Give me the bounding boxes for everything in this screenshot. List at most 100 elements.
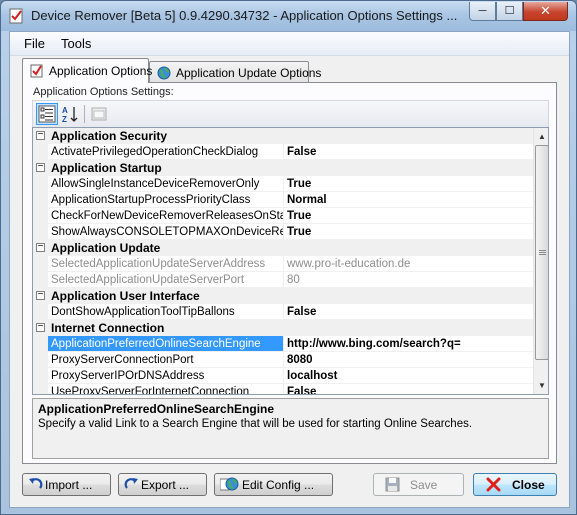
category-label: Application User Interface bbox=[51, 289, 200, 303]
checklist-icon bbox=[30, 64, 43, 78]
scroll-down-arrow-icon[interactable]: ▼ bbox=[534, 377, 548, 394]
export-button[interactable]: Export ... bbox=[118, 473, 207, 496]
category-row[interactable]: − Application Startup bbox=[33, 160, 533, 176]
property-value[interactable]: 80 bbox=[284, 272, 533, 288]
property-pages-button[interactable] bbox=[88, 103, 110, 125]
alphabetical-sort-button[interactable]: A Z bbox=[59, 103, 81, 125]
scrollbar-thumb[interactable] bbox=[535, 145, 548, 360]
property-row[interactable]: SelectedApplicationUpdateServerPort 80 bbox=[33, 272, 533, 288]
property-row[interactable]: ApplicationStartupProcessPriorityClass No… bbox=[33, 192, 533, 208]
close-window-button[interactable]: ✕ bbox=[523, 2, 568, 21]
property-value[interactable]: http://www.bing.com/search?q= bbox=[284, 336, 533, 352]
property-value[interactable]: localhost bbox=[284, 368, 533, 384]
category-label: Application Update bbox=[51, 241, 161, 255]
sort-az-icon: A Z bbox=[62, 106, 78, 124]
close-button[interactable]: Close bbox=[473, 473, 557, 496]
edit-config-button[interactable]: Edit Config ... bbox=[214, 473, 333, 496]
property-value[interactable]: True bbox=[284, 224, 533, 240]
property-value[interactable]: 8080 bbox=[284, 352, 533, 368]
tab-label: Application Update Options bbox=[176, 66, 322, 80]
property-name[interactable]: ApplicationStartupProcessPriorityClass bbox=[48, 192, 283, 208]
property-name[interactable]: ProxyServerConnectionPort bbox=[48, 352, 283, 368]
collapse-minus-icon[interactable]: − bbox=[36, 130, 45, 140]
row-gutter bbox=[33, 176, 48, 192]
property-row[interactable]: SelectedApplicationUpdateServerAddress ww… bbox=[33, 256, 533, 272]
edit-config-label: Edit Config ... bbox=[242, 478, 315, 492]
window-title: Device Remover [Beta 5] 0.9.4290.34732 -… bbox=[31, 8, 458, 23]
property-pages-icon bbox=[91, 107, 107, 121]
property-row[interactable]: ApplicationPreferredOnlineSearchEngine ht… bbox=[33, 336, 533, 352]
tab-page-application-options: Application Options Settings: A Z − Appl… bbox=[22, 82, 557, 464]
collapse-minus-icon[interactable]: − bbox=[36, 290, 45, 300]
menu-file[interactable]: File bbox=[24, 36, 45, 51]
property-grid-rows: − Application Security ActivatePrivilegedO… bbox=[33, 128, 533, 394]
property-row[interactable]: UseProxyServerForInternetConnection False bbox=[33, 384, 533, 394]
minimize-button[interactable]: ─ bbox=[469, 2, 496, 21]
title-bar[interactable]: Device Remover [Beta 5] 0.9.4290.34732 -… bbox=[1, 1, 576, 31]
property-row[interactable]: ActivatePrivilegedOperationCheckDialog Fa… bbox=[33, 144, 533, 160]
collapse-minus-icon[interactable]: − bbox=[36, 242, 45, 252]
property-name[interactable]: SelectedApplicationUpdateServerAddress bbox=[48, 256, 283, 272]
property-value[interactable]: www.pro-it-education.de bbox=[284, 256, 533, 272]
tab-label: Application Options bbox=[49, 64, 153, 78]
collapse-minus-icon[interactable]: − bbox=[36, 162, 45, 172]
import-label: Import ... bbox=[45, 478, 93, 492]
tab-application-update-options[interactable]: Application Update Options bbox=[149, 61, 321, 83]
floppy-disk-icon bbox=[385, 477, 400, 492]
property-value[interactable]: Normal bbox=[284, 192, 533, 208]
row-gutter bbox=[33, 224, 48, 240]
property-row[interactable]: DontShowApplicationToolTipBallons False bbox=[33, 304, 533, 320]
help-title: ApplicationPreferredOnlineSearchEngine bbox=[38, 402, 275, 416]
property-name[interactable]: AllowSingleInstanceDeviceRemoverOnly bbox=[48, 176, 283, 192]
row-gutter bbox=[33, 384, 48, 394]
collapse-minus-icon[interactable]: − bbox=[36, 322, 45, 332]
app-checklist-icon bbox=[9, 8, 23, 24]
property-name[interactable]: ProxyServerIPOrDNSAddress bbox=[48, 368, 283, 384]
property-row[interactable]: ShowAlwaysCONSOLETOPMAXOnDeviceRemo True bbox=[33, 224, 533, 240]
property-row[interactable]: CheckForNewDeviceRemoverReleasesOnStartu… bbox=[33, 208, 533, 224]
property-value[interactable]: True bbox=[284, 208, 533, 224]
property-name[interactable]: UseProxyServerForInternetConnection bbox=[48, 384, 283, 394]
row-gutter bbox=[33, 304, 48, 320]
row-gutter bbox=[33, 256, 48, 272]
property-name[interactable]: SelectedApplicationUpdateServerPort bbox=[48, 272, 283, 288]
property-name[interactable]: ShowAlwaysCONSOLETOPMAXOnDeviceRemo bbox=[48, 224, 283, 240]
close-x-icon bbox=[486, 477, 501, 492]
category-row[interactable]: − Application User Interface bbox=[33, 288, 533, 304]
category-label: Internet Connection bbox=[51, 321, 165, 335]
property-row[interactable]: ProxyServerConnectionPort 8080 bbox=[33, 352, 533, 368]
property-value[interactable]: False bbox=[284, 384, 533, 394]
menu-tools[interactable]: Tools bbox=[61, 36, 91, 51]
save-label: Save bbox=[410, 478, 438, 492]
client-area: File Tools Application Options Applicati… bbox=[9, 31, 570, 508]
categorized-view-icon bbox=[38, 105, 56, 123]
import-button[interactable]: Import ... bbox=[22, 473, 111, 496]
property-value[interactable]: True bbox=[284, 176, 533, 192]
save-button[interactable]: Save bbox=[373, 473, 464, 496]
svg-text:A: A bbox=[62, 106, 68, 115]
category-row[interactable]: − Application Security bbox=[33, 128, 533, 144]
property-name[interactable]: ApplicationPreferredOnlineSearchEngine bbox=[48, 336, 283, 352]
row-gutter bbox=[33, 368, 48, 384]
property-row[interactable]: ProxyServerIPOrDNSAddress localhost bbox=[33, 368, 533, 384]
row-gutter bbox=[33, 352, 48, 368]
property-row[interactable]: AllowSingleInstanceDeviceRemoverOnly True bbox=[33, 176, 533, 192]
property-value[interactable]: False bbox=[284, 144, 533, 160]
maximize-button[interactable]: ☐ bbox=[496, 2, 523, 21]
row-gutter bbox=[33, 272, 48, 288]
property-name[interactable]: CheckForNewDeviceRemoverReleasesOnStartu bbox=[48, 208, 283, 224]
property-grid-scrollbar[interactable]: ▲ ▼ bbox=[533, 128, 548, 394]
property-name[interactable]: ActivatePrivilegedOperationCheckDialog bbox=[48, 144, 283, 160]
property-value[interactable]: False bbox=[284, 304, 533, 320]
category-row[interactable]: − Internet Connection bbox=[33, 320, 533, 336]
tab-application-options[interactable]: Application Options bbox=[22, 58, 153, 83]
property-name[interactable]: DontShowApplicationToolTipBallons bbox=[48, 304, 283, 320]
categorized-view-button[interactable] bbox=[36, 103, 58, 125]
scroll-up-arrow-icon[interactable]: ▲ bbox=[534, 128, 548, 145]
property-grid[interactable]: − Application Security ActivatePrivilegedO… bbox=[32, 127, 549, 395]
menu-bar: File Tools bbox=[10, 32, 569, 56]
category-row[interactable]: − Application Update bbox=[33, 240, 533, 256]
edit-config-globe-icon bbox=[220, 477, 239, 491]
category-label: Application Startup bbox=[51, 161, 162, 175]
options-settings-label: Application Options Settings: bbox=[33, 86, 174, 98]
